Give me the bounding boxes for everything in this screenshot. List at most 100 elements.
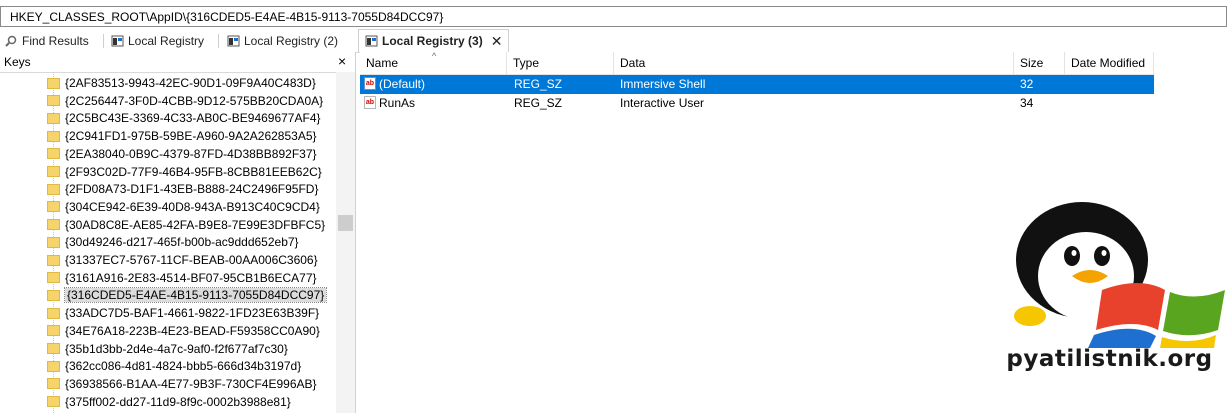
tree-item-label: {2AF83513-9943-42EC-90D1-09F9A40C483D} (65, 76, 316, 90)
tab-strip: Find Results Local Registry Local Regist… (0, 29, 1229, 53)
folder-icon (47, 166, 60, 177)
folder-icon (47, 307, 60, 319)
registry-icon (227, 35, 240, 47)
value-name: RunAs (379, 96, 416, 110)
tree-item[interactable]: {34E76A18-223B-4E23-BEAD-F59358CC0A90} (47, 322, 320, 340)
folder-icon (47, 201, 60, 213)
tab-close-icon[interactable]: ✕ (491, 33, 503, 50)
tree-item-label: {304CE942-6E39-40D8-943A-B913C40C9CD4} (65, 199, 320, 214)
tree-item[interactable]: {375ff002-dd27-11d9-8f9c-0002b3988e81} (47, 393, 291, 411)
tree-item-label: {2F93C02D-77F9-46B4-95FB-8CBB81EEB62C} (65, 164, 322, 179)
tree-item-label: {2C256447-3F0D-4CBB-9D12-575BB20CDA0A} (65, 93, 324, 108)
column-label: Type (513, 56, 540, 70)
sort-ascending-icon: ^ (432, 51, 437, 61)
folder-icon (47, 396, 60, 408)
tree-item[interactable]: {31337EC7-5767-11CF-BEAB-00AA006C3606} (47, 251, 318, 269)
tree-item-label: {31337EC7-5767-11CF-BEAB-00AA006C3606} (65, 253, 318, 267)
scrollbar-thumb[interactable] (338, 215, 353, 231)
column-data[interactable]: Data (614, 52, 1014, 74)
string-value-icon: ab (364, 77, 376, 90)
value-type: REG_SZ (514, 77, 563, 91)
folder-icon (47, 343, 60, 354)
folder-icon (47, 183, 60, 195)
tree-item[interactable]: {35b1d3bb-2d4e-4a7c-9af0-f2f677af7c30} (47, 340, 288, 358)
folder-icon (47, 325, 60, 337)
magnifier-icon (4, 34, 18, 48)
tree-item[interactable]: {2C941FD1-975B-59BE-A960-9A2A262853A5} (47, 127, 317, 145)
tree-item-label: {2C5BC43E-3369-4C33-AB0C-BE9469677AF4} (65, 111, 321, 126)
value-row[interactable]: ab RunAs REG_SZ Interactive User 34 (360, 94, 1154, 113)
tab-label: Find Results (22, 33, 89, 48)
registry-icon (111, 35, 124, 47)
value-name: (Default) (379, 77, 426, 91)
tree-item-label: {36938566-B1AA-4E77-9B3F-730CF4E996AB} (65, 376, 317, 391)
penguin-windows-logo-icon (1014, 202, 1225, 348)
tree-item-label: {34E76A18-223B-4E23-BEAD-F59358CC0A90} (65, 323, 320, 338)
folder-icon (47, 236, 60, 248)
value-size: 32 (1020, 77, 1034, 91)
folder-icon (47, 130, 60, 142)
tree-item[interactable]: {2AF83513-9943-42EC-90D1-09F9A40C483D} (47, 74, 316, 92)
keys-tree: {2AF83513-9943-42EC-90D1-09F9A40C483D} {2… (0, 72, 335, 413)
tree-item-label: {316CDED5-E4AE-4B15-9113-7055D84DCC97} (63, 287, 328, 304)
folder-icon (47, 378, 60, 390)
address-path[interactable]: HKEY_CLASSES_ROOT\AppID\{316CDED5-E4AE-4… (10, 10, 443, 24)
tab-label: Local Registry (128, 33, 205, 48)
column-size[interactable]: Size (1014, 52, 1065, 74)
keys-scrollbar[interactable] (336, 72, 355, 413)
tab-local-registry-3[interactable]: Local Registry (3) ✕ (358, 29, 510, 52)
tree-item[interactable]: {2F93C02D-77F9-46B4-95FB-8CBB81EEB62C} (47, 163, 322, 181)
tab-label: Local Registry (2) (244, 33, 339, 48)
folder-icon (47, 360, 60, 372)
tree-item-label: {2C941FD1-975B-59BE-A960-9A2A262853A5} (65, 129, 317, 144)
tab-local-registry[interactable]: Local Registry (111, 29, 204, 52)
tree-item[interactable]: {33ADC7D5-BAF1-4661-9822-1FD23E63B39F} (47, 304, 319, 322)
tree-item-label: {33ADC7D5-BAF1-4661-9822-1FD23E63B39F} (65, 306, 320, 321)
tree-item[interactable]: {2FD08A73-D1F1-43EB-B888-24C2496F95FD} (47, 180, 318, 198)
value-type: REG_SZ (514, 96, 563, 110)
keys-panel-title: Keys (4, 55, 31, 69)
tree-item-label: {30d49246-d217-465f-b00b-ac9ddd652eb7} (65, 235, 299, 250)
close-icon[interactable]: × (338, 53, 346, 69)
column-type[interactable]: Type (507, 52, 614, 74)
watermark-logo: pyatilistnik.org (990, 198, 1229, 413)
tree-item-label: {362cc086-4d81-4824-bbb5-666d34b3197d} (65, 359, 302, 374)
tree-item[interactable]: {30d49246-d217-465f-b00b-ac9ddd652eb7} (47, 233, 299, 251)
value-row[interactable]: ab (Default) REG_SZ Immersive Shell 32 (360, 75, 1154, 94)
tab-local-registry-2[interactable]: Local Registry (2) (227, 29, 338, 52)
tree-item[interactable]: {30AD8C8E-AE85-42FA-B9E8-7E99E3DFBFC5} (47, 216, 325, 234)
keys-panel-header: Keys × (0, 52, 355, 73)
tree-item[interactable]: {2EA38040-0B9C-4379-87FD-4D38BB892F37} (47, 145, 317, 163)
tree-item-label: {375ff002-dd27-11d9-8f9c-0002b3988e81} (65, 394, 291, 409)
tab-find-results[interactable]: Find Results (4, 29, 89, 52)
value-data: Immersive Shell (620, 77, 706, 91)
value-size: 34 (1020, 96, 1034, 110)
folder-icon (47, 112, 60, 124)
folder-icon (47, 289, 60, 301)
tree-item[interactable]: {362cc086-4d81-4824-bbb5-666d34b3197d} (47, 357, 301, 375)
column-name[interactable]: Name ^ (360, 51, 507, 74)
value-data: Interactive User (620, 96, 705, 110)
registry-icon (365, 35, 378, 47)
tree-item[interactable]: {2C5BC43E-3369-4C33-AB0C-BE9469677AF4} (47, 109, 321, 127)
tree-item[interactable]: {304CE942-6E39-40D8-943A-B913C40C9CD4} (47, 198, 320, 216)
folder-icon (47, 254, 60, 266)
string-value-icon: ab (364, 96, 376, 109)
column-label: Name (366, 56, 399, 70)
address-bar[interactable]: HKEY_CLASSES_ROOT\AppID\{316CDED5-E4AE-4… (0, 6, 1227, 27)
tree-item-label: {3161A916-2E83-4514-BF07-95CB1B6ECA77} (65, 270, 317, 285)
folder-icon (47, 95, 60, 107)
tree-item[interactable]: {36938566-B1AA-4E77-9B3F-730CF4E996AB} (47, 375, 317, 393)
tab-label: Local Registry (3) (382, 34, 483, 48)
tree-item-label: {2EA38040-0B9C-4379-87FD-4D38BB892F37} (65, 146, 317, 161)
values-column-header: Name ^ Type Data Size Date Modified (360, 51, 1154, 75)
tree-item[interactable]: {316CDED5-E4AE-4B15-9113-7055D84DCC97} (47, 286, 328, 304)
tree-item-label: {2FD08A73-D1F1-43EB-B888-24C2496F95FD} (65, 182, 319, 197)
column-date-modified[interactable]: Date Modified (1065, 52, 1154, 74)
tree-item[interactable]: {2C256447-3F0D-4CBB-9D12-575BB20CDA0A} (47, 92, 323, 110)
tab-separator (218, 34, 219, 48)
tree-item[interactable]: {3161A916-2E83-4514-BF07-95CB1B6ECA77} (47, 269, 317, 287)
tree-item-label: {35b1d3bb-2d4e-4a7c-9af0-f2f677af7c30} (65, 341, 288, 356)
tab-separator (103, 34, 104, 48)
folder-icon (47, 148, 60, 160)
